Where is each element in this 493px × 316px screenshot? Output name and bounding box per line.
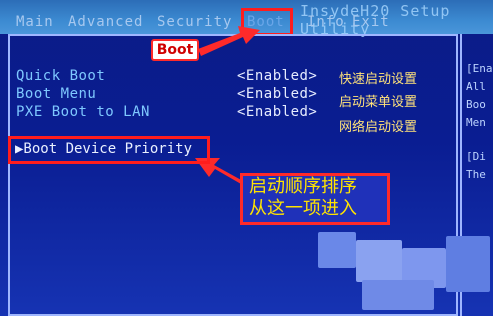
setting-boot-menu-note: 启动菜单设置 bbox=[339, 95, 418, 110]
setting-pxe-boot-value[interactable]: <Enabled> bbox=[237, 104, 317, 120]
setting-pxe-boot-note: 网络启动设置 bbox=[339, 120, 418, 135]
setting-boot-menu-value[interactable]: <Enabled> bbox=[237, 86, 317, 102]
setting-boot-menu-label[interactable]: Boot Menu bbox=[16, 86, 96, 102]
boot-device-priority-item[interactable]: ▶Boot Device Priority bbox=[15, 141, 192, 157]
boot-order-instruction-callout: 启动顺序排序 从这一项进入 bbox=[240, 173, 390, 225]
setting-quick-boot-note: 快速启动设置 bbox=[339, 72, 418, 87]
watermark-blur-5 bbox=[362, 280, 434, 310]
setting-quick-boot-label[interactable]: Quick Boot bbox=[16, 68, 105, 84]
setting-pxe-boot-label[interactable]: PXE Boot to LAN bbox=[16, 104, 150, 120]
watermark-blur-2 bbox=[356, 240, 402, 282]
instruction-line-2: 从这一项进入 bbox=[249, 198, 357, 219]
watermark-blur-4 bbox=[446, 236, 490, 292]
setting-quick-boot-value[interactable]: <Enabled> bbox=[237, 68, 317, 84]
instruction-line-1: 启动顺序排序 bbox=[249, 176, 357, 197]
bios-screen: InsydeH20 Setup Utility Main Advanced Se… bbox=[0, 0, 493, 316]
boot-arrow-icon bbox=[198, 26, 260, 56]
watermark-blur-1 bbox=[318, 232, 356, 268]
